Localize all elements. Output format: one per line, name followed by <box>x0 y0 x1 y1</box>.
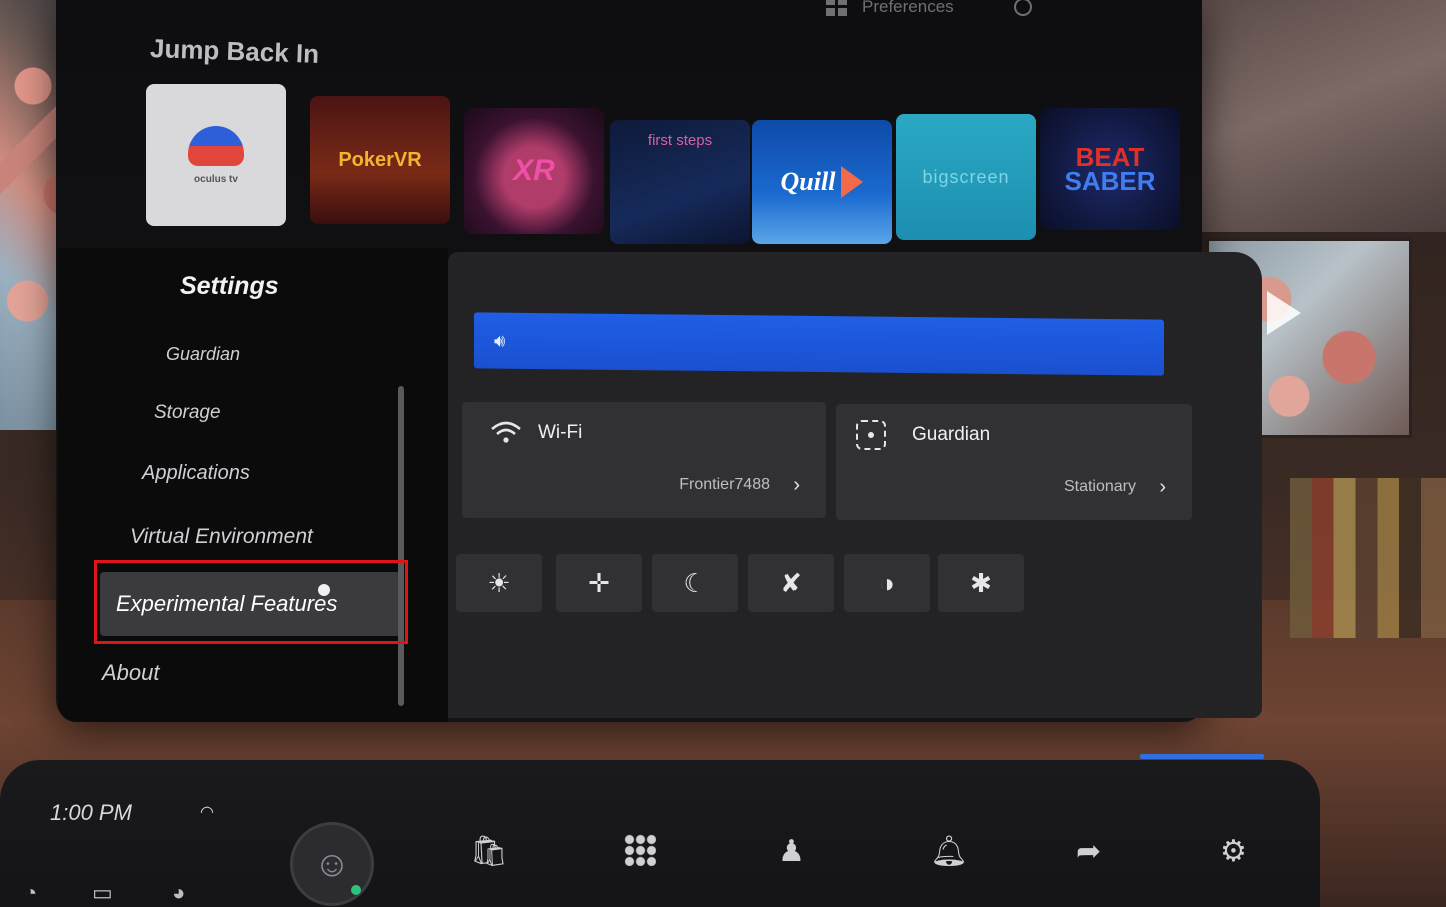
guardian-card[interactable]: Guardian Stationary › <box>836 404 1192 520</box>
active-indicator <box>1140 754 1264 759</box>
search-icon[interactable] <box>1013 0 1032 16</box>
tile-label: bigscreen <box>922 166 1010 187</box>
wifi-network-name: Frontier7488 <box>679 476 770 493</box>
guardian-icon <box>856 420 886 450</box>
wifi-title: Wi-Fi <box>538 422 583 443</box>
tile-quill-theater[interactable]: Quill <box>752 120 892 244</box>
notifications-icon[interactable]: 🔔︎ <box>930 834 968 869</box>
tile-label: first steps <box>647 132 713 149</box>
recenter-button[interactable]: ✛ <box>556 554 642 612</box>
environment-wall-right <box>1200 0 1446 232</box>
avatar[interactable]: ☺ <box>290 822 374 906</box>
passthrough-button[interactable]: ◑ <box>844 554 930 612</box>
settings-title: Settings <box>180 272 279 300</box>
environment-bookshelf <box>1290 478 1446 638</box>
sidebar-scrollbar[interactable] <box>398 386 404 706</box>
online-status-dot <box>351 885 361 895</box>
grid-icon <box>826 0 848 18</box>
person-icon: ☺ <box>313 843 351 884</box>
top-nav: Preferences <box>826 0 1032 20</box>
sidebar-item-virtual-environment[interactable]: Virtual Environment <box>130 525 313 549</box>
highlight-annotation <box>94 560 408 644</box>
guardian-mode: Stationary <box>1063 478 1136 495</box>
bug-report-button[interactable]: ✱ <box>938 554 1024 612</box>
tile-label: Quill <box>780 167 836 196</box>
settings-sidebar: Settings Guardian Storage Applications V… <box>58 248 448 722</box>
preferences-label: Preferences <box>862 0 954 16</box>
guardian-title: Guardian <box>912 424 991 445</box>
tile-first-steps[interactable]: first steps <box>610 120 750 244</box>
passthrough-icon: ◑ <box>879 567 895 598</box>
tile-beat-saber[interactable]: BEAT SABER <box>1040 108 1180 230</box>
tile-label: PokerVR <box>338 148 422 171</box>
jump-back-in-title: Jump Back In <box>149 33 320 69</box>
brightness-button[interactable]: ☀︎ <box>456 554 542 612</box>
settings-icon[interactable]: ⚙︎ <box>1220 834 1247 869</box>
share-icon[interactable]: ➦ <box>1076 834 1101 869</box>
night-mode-icon: ☾ <box>683 567 707 598</box>
tile-pokervr[interactable]: PokerVR <box>310 96 450 224</box>
recent-apps-row: oculus tv PokerVR XR first steps Quill b… <box>146 82 1186 244</box>
sidebar-item-storage[interactable]: Storage <box>154 402 221 424</box>
brightness-icon: ☀︎ <box>487 567 511 598</box>
sidebar-item-applications[interactable]: Applications <box>142 462 250 485</box>
controller-icon[interactable]: ◔ <box>24 880 37 906</box>
wifi-icon <box>491 421 521 443</box>
sidebar-item-about[interactable]: About <box>102 660 160 686</box>
tile-casino[interactable]: XR <box>464 108 604 234</box>
clock: 1:00 PM <box>50 800 132 825</box>
chevron-right-icon: › <box>793 474 800 496</box>
controller-right-icon[interactable]: ◕ <box>172 880 185 906</box>
saber-label: SABER <box>1064 166 1156 196</box>
mic-mute-button[interactable]: ✘ <box>748 554 834 612</box>
night-mode-button[interactable]: ☾ <box>652 554 738 612</box>
sidebar-item-guardian[interactable]: Guardian <box>166 344 240 365</box>
wifi-status-icon: ◠ <box>200 804 214 821</box>
play-icon <box>1267 291 1301 335</box>
system-bar <box>0 760 1320 907</box>
bug-report-icon: ✱ <box>970 567 992 598</box>
tile-bigscreen[interactable]: bigscreen <box>896 114 1036 240</box>
tile-label: XR <box>513 154 555 187</box>
chevron-right-icon: › <box>1159 476 1166 498</box>
quill-play-icon <box>841 166 864 198</box>
volume-slider[interactable]: 🔊︎ <box>474 312 1164 376</box>
headset-icon[interactable]: ▭ <box>92 880 113 906</box>
apps-icon[interactable] <box>624 834 656 866</box>
speaker-icon: 🔊︎ <box>494 330 506 351</box>
people-icon[interactable]: ♟ <box>778 834 805 869</box>
preferences-tab[interactable]: Preferences <box>826 0 954 18</box>
wifi-card[interactable]: Wi-Fi Frontier7488 › <box>462 402 826 518</box>
store-icon[interactable]: 🛍︎ <box>470 834 508 869</box>
oculus-headset-icon <box>188 125 244 166</box>
tile-oculus-tv[interactable]: oculus tv <box>146 84 286 226</box>
tile-label: oculus tv <box>194 173 238 185</box>
mic-mute-icon: ✘ <box>780 567 802 598</box>
tile-label: BEAT SABER <box>1064 144 1156 196</box>
recenter-icon: ✛ <box>588 567 610 598</box>
